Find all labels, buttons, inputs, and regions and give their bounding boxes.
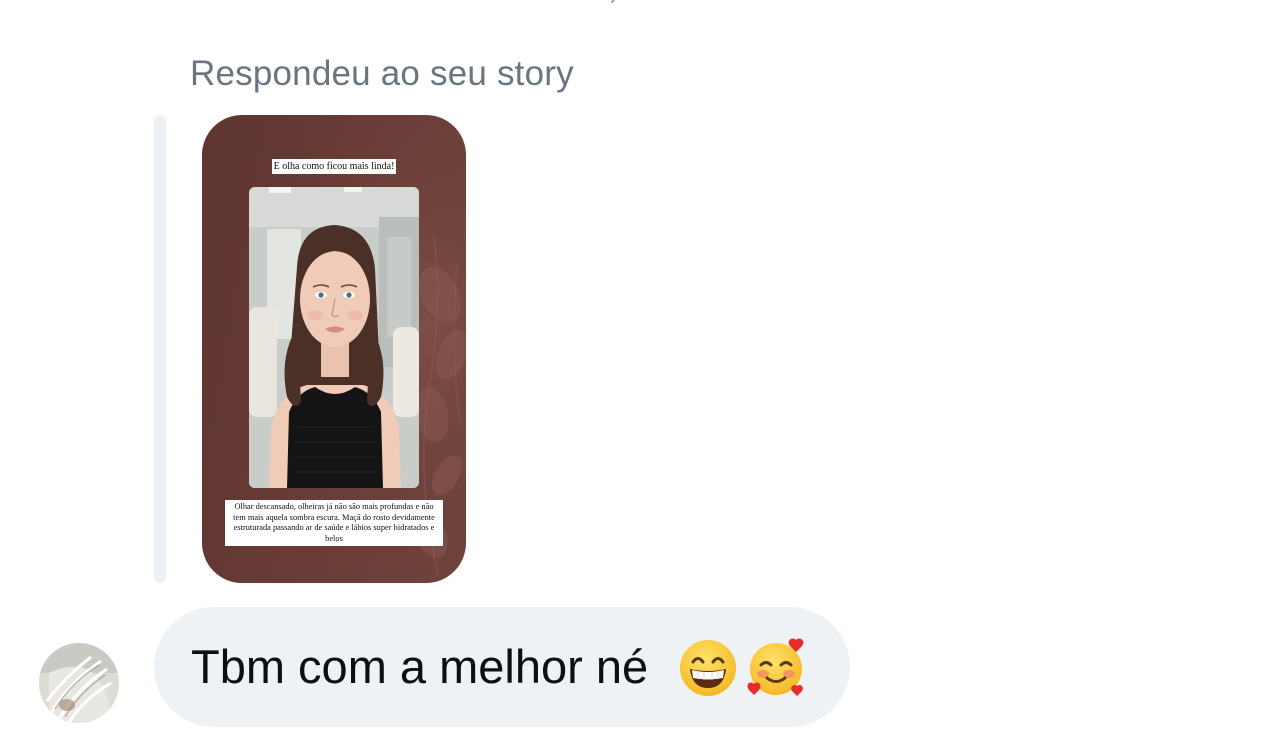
chat-screen: Respondeu ao seu story E olha como ficou…: [0, 0, 1276, 743]
reply-indicator-bar: [154, 115, 166, 583]
previous-message-fragment: [611, 0, 615, 3]
story-caption-top: E olha como ficou mais linda!: [272, 159, 396, 174]
sender-avatar[interactable]: [39, 643, 119, 723]
story-caption-bottom: Olhar descansado, olheiras já não são ma…: [225, 500, 443, 546]
portrait-illustration: [249, 187, 419, 488]
smiling-face-with-hearts-emoji: [747, 638, 804, 696]
message-text: Tbm com a melhor né: [191, 640, 649, 693]
grinning-face-with-smiling-eyes-emoji: [680, 640, 736, 696]
story-reply-label: Respondeu ao seu story: [190, 54, 574, 93]
story-portrait-photo: [249, 187, 419, 488]
avatar-image: [39, 643, 119, 723]
story-preview[interactable]: E olha como ficou mais linda! Olhar desc…: [202, 115, 466, 583]
message-bubble[interactable]: Tbm com a melhor né: [154, 607, 850, 727]
